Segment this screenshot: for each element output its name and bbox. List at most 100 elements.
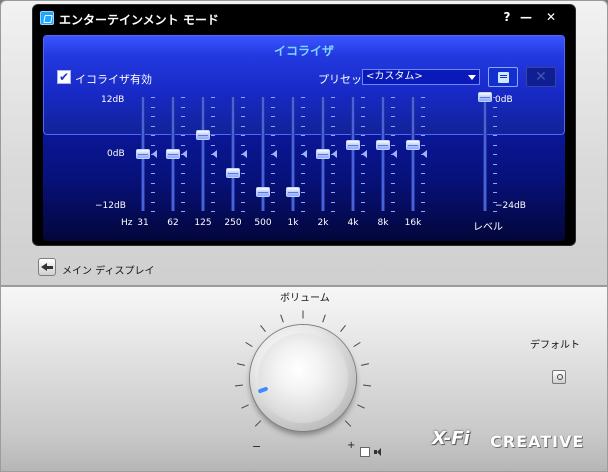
slider-tick — [331, 116, 335, 117]
slider-tick — [271, 211, 275, 212]
slider-tick — [361, 116, 365, 117]
eq-slider-track-4k[interactable] — [351, 97, 355, 211]
eq-slider-track-125[interactable] — [201, 97, 205, 211]
slider-tick — [301, 182, 305, 184]
slider-tick — [271, 173, 275, 174]
slider-tick — [241, 144, 245, 146]
slider-tick — [241, 211, 245, 212]
slider-tick — [421, 97, 425, 98]
slider-tick — [271, 125, 275, 127]
slider-tick — [241, 125, 245, 127]
slider-tick — [181, 201, 185, 203]
slider-tick — [181, 97, 185, 98]
volume-knob[interactable] — [250, 325, 356, 431]
slider-tick — [301, 135, 305, 136]
slider-tick — [331, 106, 335, 108]
slider-tick — [301, 144, 305, 146]
eq-slider-knob-31[interactable] — [136, 149, 150, 159]
slider-tick — [361, 182, 365, 184]
slider-tick — [331, 201, 335, 203]
scale-bottom-label: −12dB — [95, 201, 126, 211]
eq-slider-knob-2k[interactable] — [316, 149, 330, 159]
default-button[interactable] — [552, 370, 566, 384]
slider-tick — [151, 144, 155, 146]
slider-tick — [361, 173, 365, 174]
volume-minus-label: − — [252, 440, 262, 453]
eq-zero-marker — [272, 150, 277, 158]
eq-freq-label-1k: 1k — [287, 218, 299, 228]
eq-zero-marker — [212, 150, 217, 158]
eq-slider-knob-62[interactable] — [166, 149, 180, 159]
volume-knob-face — [258, 333, 348, 423]
slider-tick — [181, 144, 185, 146]
level-label: レベル — [473, 222, 503, 233]
eq-slider-knob-8k[interactable] — [376, 139, 390, 150]
slider-tick — [271, 163, 275, 165]
slider-tick — [241, 116, 245, 117]
eq-slider-knob-250[interactable] — [226, 168, 240, 178]
eq-slider-track-16k[interactable] — [411, 97, 415, 211]
eq-zero-marker — [422, 150, 427, 158]
slider-tick — [271, 106, 275, 108]
slider-tick — [301, 125, 305, 127]
slider-tick — [271, 135, 275, 136]
eq-zero-marker — [182, 150, 187, 158]
slider-tick — [493, 125, 497, 127]
slider-tick — [361, 125, 365, 127]
slider-tick — [421, 135, 425, 136]
slider-tick — [271, 116, 275, 117]
main-display-button[interactable] — [38, 258, 56, 276]
scale-top-label: 12dB — [101, 95, 125, 105]
slider-tick — [151, 192, 155, 193]
slider-tick — [151, 182, 155, 184]
slider-tick — [331, 182, 335, 184]
slider-tick — [361, 201, 365, 203]
slider-tick — [181, 116, 185, 117]
volume-plus-label: + — [347, 440, 356, 451]
slider-tick — [421, 163, 425, 165]
eq-slider-track-8k[interactable] — [381, 97, 385, 211]
eq-slider-knob-16k[interactable] — [406, 139, 420, 150]
slider-tick — [331, 173, 335, 174]
slider-tick — [211, 211, 215, 212]
slider-tick — [493, 173, 497, 174]
slider-tick — [241, 135, 245, 136]
slider-tick — [211, 116, 215, 117]
slider-tick — [151, 116, 155, 117]
eq-slider-knob-1k[interactable] — [286, 187, 300, 197]
slider-tick — [493, 116, 497, 117]
title-bar: エンターテインメント モード ? — ✕ — [33, 5, 575, 31]
minimize-button[interactable]: — — [519, 10, 533, 24]
eq-slider-track-250[interactable] — [231, 97, 235, 211]
level-slider-track[interactable] — [483, 97, 487, 211]
slider-tick — [331, 144, 335, 146]
help-button[interactable]: ? — [500, 10, 514, 24]
speaker-icon — [374, 447, 384, 457]
default-label: デフォルト — [530, 340, 580, 351]
scale-mid-label: 0dB — [107, 149, 125, 159]
slider-tick — [151, 135, 155, 136]
eq-zero-marker — [242, 150, 247, 158]
creative-logo: CREATIVE — [490, 432, 585, 451]
slider-tick — [301, 201, 305, 203]
eq-freq-label-2k: 2k — [317, 218, 329, 228]
slider-tick — [181, 125, 185, 127]
slider-tick — [301, 192, 305, 193]
eq-slider-knob-4k[interactable] — [346, 139, 360, 150]
slider-tick — [421, 106, 425, 108]
slider-tick — [391, 182, 395, 184]
mute-checkbox[interactable] — [360, 447, 370, 457]
close-button[interactable]: ✕ — [544, 10, 558, 24]
slider-tick — [241, 106, 245, 108]
eq-freq-label-500: 500 — [254, 218, 272, 228]
slider-tick — [241, 163, 245, 165]
level-slider-knob[interactable] — [478, 92, 492, 102]
slider-tick — [181, 135, 185, 136]
eq-slider-knob-500[interactable] — [256, 187, 270, 197]
slider-tick — [493, 182, 497, 184]
slider-tick — [391, 211, 395, 212]
eq-slider-knob-125[interactable] — [196, 130, 210, 140]
slider-tick — [391, 163, 395, 165]
slider-tick — [211, 192, 215, 193]
slider-tick — [271, 182, 275, 184]
